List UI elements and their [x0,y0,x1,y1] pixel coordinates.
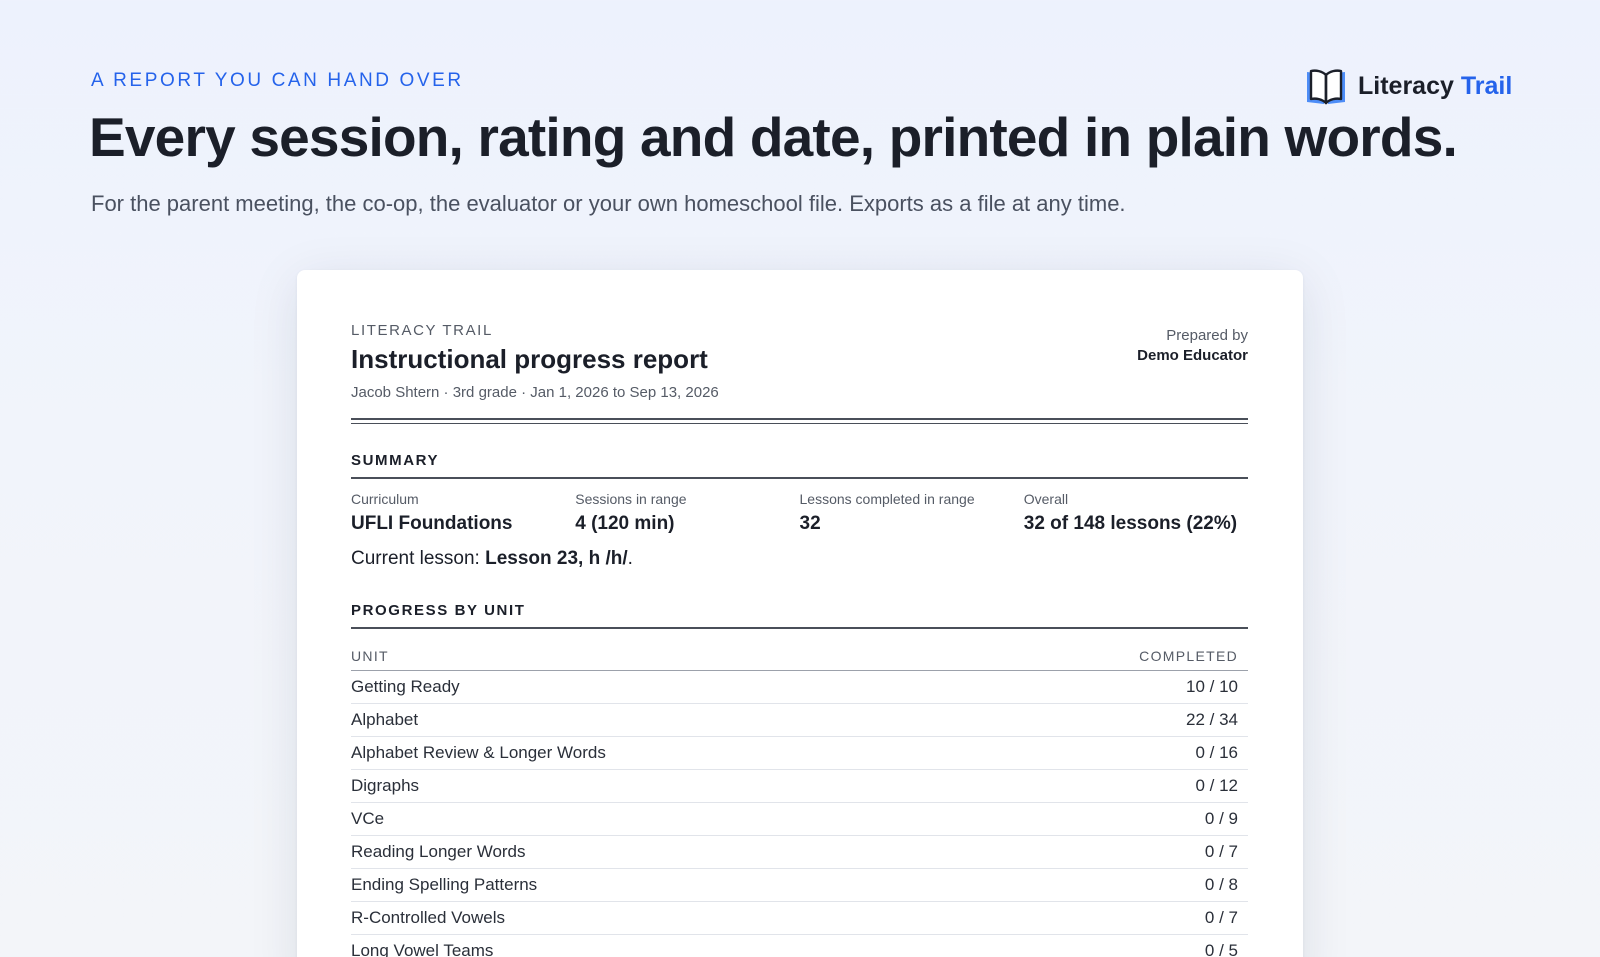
table-row: Long Vowel Teams 0 / 5 [351,934,1248,957]
stat-overall: Overall 32 of 148 lessons (22%) [1024,490,1248,538]
prepared-by-label: Prepared by [1166,327,1248,344]
stat-curriculum: Curriculum UFLI Foundations [351,490,575,538]
stat-label: Overall [1023,491,1069,507]
stat-label: Lessons completed in range [799,491,975,507]
stat-lessons-completed: Lessons completed in range 32 [800,490,1024,538]
table-row: Getting Ready 10 / 10 [351,670,1248,704]
unit-name: Long Vowel Teams [351,934,987,957]
unit-name: Digraphs [351,769,987,803]
column-header-completed: COMPLETED [986,640,1248,671]
prepared-by: Prepared by Demo Educator [1137,326,1248,366]
prepared-by-name: Demo Educator [1137,347,1248,364]
current-lesson: Current lesson: Lesson 23, h /h/. [351,548,633,570]
unit-completed: 10 / 10 [986,670,1248,704]
table-row: Alphabet 22 / 34 [351,703,1248,737]
unit-name: Alphabet Review & Longer Words [351,736,987,770]
unit-completed: 0 / 9 [986,802,1248,836]
column-header-unit: UNIT [351,640,987,671]
stat-label: Sessions in range [575,491,687,507]
summary-stats: Curriculum UFLI Foundations Sessions in … [351,490,1248,538]
stat-value: 32 [799,513,821,534]
header-divider [351,418,1248,424]
stat-value: 4 (120 min) [575,513,675,534]
open-book-icon [1307,69,1345,105]
unit-completed: 0 / 5 [986,934,1248,957]
unit-name: R-Controlled Vowels [351,901,987,935]
table-row: Digraphs 0 / 12 [351,769,1248,803]
unit-completed: 0 / 12 [986,769,1248,803]
report-brand-label: LITERACY TRAIL [351,322,493,339]
table-row: Alphabet Review & Longer Words 0 / 16 [351,736,1248,770]
brand-logo[interactable]: Literacy Trail [1304,66,1512,106]
table-row: VCe 0 / 9 [351,802,1248,836]
unit-name: VCe [351,802,987,836]
current-lesson-suffix: . [627,548,633,569]
eyebrow-label: A REPORT YOU CAN HAND OVER [91,70,464,91]
unit-completed: 22 / 34 [986,703,1248,737]
table-row: Ending Spelling Patterns 0 / 8 [351,868,1248,902]
report-preview-card: LITERACY TRAIL Instructional progress re… [297,270,1303,957]
page-headline: Every session, rating and date, printed … [89,106,1458,168]
progress-by-unit-heading: PROGRESS BY UNIT [351,602,1248,629]
unit-name: Getting Ready [351,670,987,704]
stat-value: 32 of 148 lessons (22%) [1023,513,1238,534]
stat-sessions: Sessions in range 4 (120 min) [575,490,799,538]
unit-name: Ending Spelling Patterns [351,868,987,902]
report-meta: Jacob Shtern · 3rd grade · Jan 1, 2026 t… [351,384,719,401]
unit-completed: 0 / 16 [986,736,1248,770]
unit-completed: 0 / 7 [986,835,1248,869]
unit-progress-table: UNIT COMPLETED Getting Ready 10 / 10 Alp… [351,640,1248,957]
table-row: R-Controlled Vowels 0 / 7 [351,901,1248,935]
unit-completed: 0 / 8 [986,868,1248,902]
table-header-row: UNIT COMPLETED [351,640,1248,671]
brand-name: Literacy Trail [1358,71,1513,100]
unit-completed: 0 / 7 [986,901,1248,935]
page-subhead: For the parent meeting, the co-op, the e… [91,191,1126,216]
unit-name: Alphabet [351,703,987,737]
stat-label: Curriculum [351,491,419,507]
table-row: Reading Longer Words 0 / 7 [351,835,1248,869]
report-title: Instructional progress report [351,344,708,374]
stat-value: UFLI Foundations [351,513,513,534]
current-lesson-value: Lesson 23, h /h/ [485,548,628,569]
current-lesson-label: Current lesson: [351,548,480,569]
summary-heading: SUMMARY [351,452,1248,479]
unit-name: Reading Longer Words [351,835,987,869]
